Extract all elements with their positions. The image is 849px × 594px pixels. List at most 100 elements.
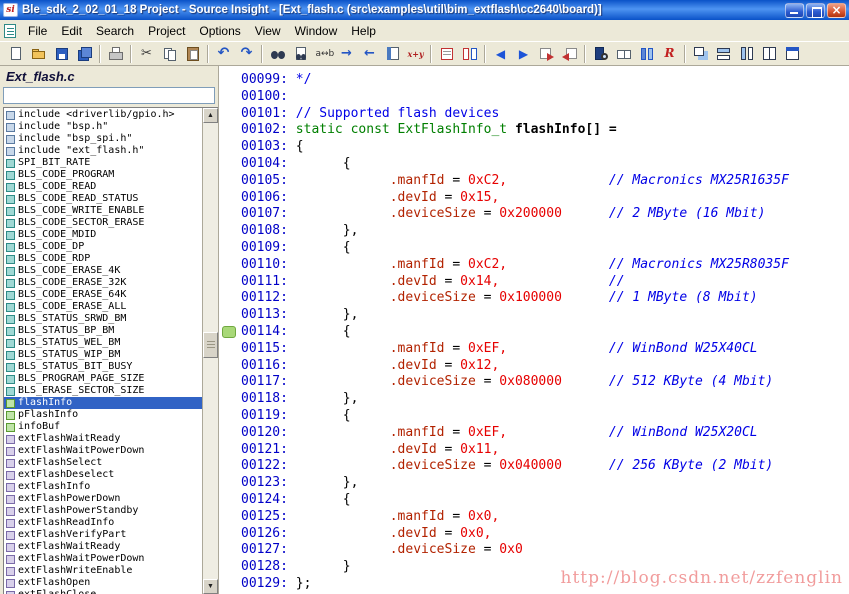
symbol-item[interactable]: BLS_STATUS_BP_BM: [4, 325, 202, 337]
goto-definition-button[interactable]: [535, 43, 558, 65]
go-forward-button[interactable]: [512, 43, 535, 65]
scroll-up-icon[interactable]: ▲: [203, 108, 218, 123]
code-line[interactable]: 00100:: [219, 89, 849, 106]
code-area[interactable]: 00099: */00100: 00101: // Supported flas…: [219, 66, 849, 594]
new-file-button[interactable]: [4, 43, 27, 65]
code-line[interactable]: 00106: .devId = 0x15,: [219, 190, 849, 207]
menu-file[interactable]: File: [21, 22, 54, 40]
symbol-item[interactable]: BLS_CODE_WRITE_ENABLE: [4, 205, 202, 217]
close-button[interactable]: [827, 2, 846, 18]
code-line[interactable]: 00123: },: [219, 475, 849, 492]
window-split-button[interactable]: [758, 43, 781, 65]
symbol-window-button[interactable]: [635, 43, 658, 65]
symbol-item[interactable]: include <driverlib/gpio.h>: [4, 109, 202, 121]
go-back-button[interactable]: [489, 43, 512, 65]
draft-view-button[interactable]: [435, 43, 458, 65]
compare-files-button[interactable]: [458, 43, 481, 65]
code-line[interactable]: 00108: },: [219, 223, 849, 240]
symbol-item[interactable]: BLS_STATUS_BIT_BUSY: [4, 361, 202, 373]
code-line[interactable]: 00112: .deviceSize = 0x100000 // 1 MByte…: [219, 290, 849, 307]
symbol-item[interactable]: extFlashDeselect: [4, 469, 202, 481]
symbol-item[interactable]: BLS_CODE_READ: [4, 181, 202, 193]
window-tile-horizontal-button[interactable]: [712, 43, 735, 65]
code-line[interactable]: 00116: .devId = 0x12,: [219, 358, 849, 375]
symbol-item[interactable]: BLS_STATUS_WEL_BM: [4, 337, 202, 349]
symbol-item[interactable]: pFlashInfo: [4, 409, 202, 421]
save-file-button[interactable]: [50, 43, 73, 65]
undo-button[interactable]: [212, 43, 235, 65]
menu-window[interactable]: Window: [288, 22, 345, 40]
search-backward-button[interactable]: [358, 43, 381, 65]
code-line[interactable]: 00111: .devId = 0x14, //: [219, 274, 849, 291]
code-line[interactable]: 00105: .manfId = 0xC2, // Macronics MX25…: [219, 173, 849, 190]
window-activate-button[interactable]: [781, 43, 804, 65]
menu-edit[interactable]: Edit: [54, 22, 89, 40]
symbol-item[interactable]: extFlashReadInfo: [4, 517, 202, 529]
symbol-item[interactable]: extFlashOpen: [4, 577, 202, 589]
symbol-item[interactable]: BLS_CODE_ERASE_32K: [4, 277, 202, 289]
symbol-item[interactable]: BLS_STATUS_SRWD_BM: [4, 313, 202, 325]
browse-files-button[interactable]: [612, 43, 635, 65]
code-line[interactable]: 00128: }: [219, 559, 849, 576]
save-all-button[interactable]: [73, 43, 96, 65]
symbol-item[interactable]: BLS_CODE_SECTOR_ERASE: [4, 217, 202, 229]
code-line[interactable]: 00110: .manfId = 0xC2, // Macronics MX25…: [219, 257, 849, 274]
symbol-item[interactable]: BLS_CODE_ERASE_64K: [4, 289, 202, 301]
symbol-filter-input[interactable]: [4, 88, 214, 103]
symbol-item[interactable]: infoBuf: [4, 421, 202, 433]
scrollbar-thumb[interactable]: [203, 331, 218, 358]
code-line[interactable]: 00129: };: [219, 576, 849, 593]
menu-search[interactable]: Search: [89, 22, 141, 40]
symbol-item[interactable]: extFlashWaitReady: [4, 541, 202, 553]
symbol-item[interactable]: include "bsp_spi.h": [4, 133, 202, 145]
code-line[interactable]: 00102: static const ExtFlashInfo_t flash…: [219, 122, 849, 139]
symbol-item[interactable]: extFlashWaitReady: [4, 433, 202, 445]
symbol-item[interactable]: extFlashPowerDown: [4, 493, 202, 505]
code-line[interactable]: 00113: },: [219, 307, 849, 324]
code-line[interactable]: 00119: {: [219, 408, 849, 425]
symbol-item[interactable]: flashInfo: [4, 397, 202, 409]
open-file-button[interactable]: [27, 43, 50, 65]
scroll-down-icon[interactable]: ▼: [203, 579, 218, 594]
symbol-item[interactable]: extFlashWaitPowerDown: [4, 553, 202, 565]
window-cascade-button[interactable]: [689, 43, 712, 65]
symbol-item[interactable]: extFlashWaitPowerDown: [4, 445, 202, 457]
code-line[interactable]: 00109: {: [219, 240, 849, 257]
cut-button[interactable]: [135, 43, 158, 65]
symbol-item[interactable]: SPI_BIT_RATE: [4, 157, 202, 169]
code-line[interactable]: 00120: .manfId = 0xEF, // WinBond W25X20…: [219, 425, 849, 442]
symbol-item[interactable]: BLS_CODE_MDID: [4, 229, 202, 241]
code-line[interactable]: 00107: .deviceSize = 0x200000 // 2 MByte…: [219, 206, 849, 223]
code-line[interactable]: 00103: {: [219, 139, 849, 156]
code-line[interactable]: 00118: },: [219, 391, 849, 408]
symbol-item[interactable]: BLS_ERASE_SECTOR_SIZE: [4, 385, 202, 397]
print-file-button[interactable]: [104, 43, 127, 65]
symbol-item[interactable]: extFlashPowerStandby: [4, 505, 202, 517]
search-forward-button[interactable]: [335, 43, 358, 65]
code-line[interactable]: 00127: .deviceSize = 0x0: [219, 542, 849, 559]
find-button[interactable]: [266, 43, 289, 65]
keyword-list-button[interactable]: [381, 43, 404, 65]
menu-view[interactable]: View: [248, 22, 288, 40]
code-line[interactable]: 00125: .manfId = 0x0,: [219, 509, 849, 526]
paste-button[interactable]: [181, 43, 204, 65]
redo-button[interactable]: [235, 43, 258, 65]
code-line[interactable]: 00099: */: [219, 72, 849, 89]
symbol-item[interactable]: BLS_STATUS_WIP_BM: [4, 349, 202, 361]
symbol-item[interactable]: extFlashVerifyPart: [4, 529, 202, 541]
browse-project-symbols-button[interactable]: [589, 43, 612, 65]
restore-button[interactable]: [806, 2, 825, 18]
symbol-item[interactable]: BLS_CODE_PROGRAM: [4, 169, 202, 181]
menu-options[interactable]: Options: [192, 22, 247, 40]
calc-expression-button[interactable]: [404, 43, 427, 65]
symbol-item[interactable]: BLS_CODE_DP: [4, 241, 202, 253]
relation-window-button[interactable]: [658, 43, 681, 65]
symbol-item[interactable]: extFlashSelect: [4, 457, 202, 469]
menu-help[interactable]: Help: [344, 22, 383, 40]
code-line[interactable]: 00124: {: [219, 492, 849, 509]
code-line[interactable]: 00114: {: [219, 324, 849, 341]
copy-button[interactable]: [158, 43, 181, 65]
symbol-item[interactable]: include "ext_flash.h": [4, 145, 202, 157]
replace-button[interactable]: [312, 43, 335, 65]
symbol-item[interactable]: extFlashClose: [4, 589, 202, 594]
